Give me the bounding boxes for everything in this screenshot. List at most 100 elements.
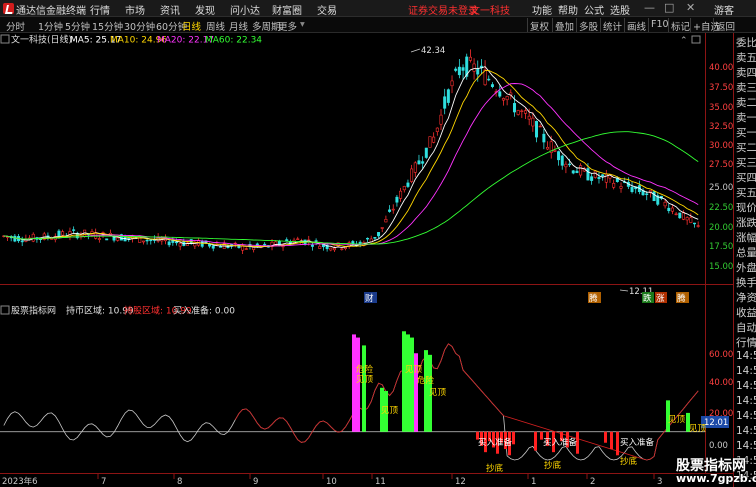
current-value-text: 12.01 xyxy=(704,418,728,428)
candle-body xyxy=(542,133,546,143)
overlay-button[interactable]: 叠加 xyxy=(552,18,576,33)
menu-formula[interactable]: 公式 xyxy=(584,2,604,17)
menu-item-market[interactable]: 行情 xyxy=(90,2,110,17)
date-tick: 3 xyxy=(657,477,662,487)
candle-body xyxy=(560,155,564,166)
moving-averages xyxy=(3,66,699,249)
event-marker[interactable]: 涨 xyxy=(656,293,665,304)
tab-30min[interactable]: 30分钟 xyxy=(124,19,155,33)
signal-danger: 危险 xyxy=(417,375,435,386)
candle-body xyxy=(487,78,491,81)
signal-bar xyxy=(424,350,428,432)
stats-button[interactable]: 统计 xyxy=(600,18,624,33)
event-marker[interactable]: 财 xyxy=(365,293,374,304)
tab-intraday[interactable]: 分时 xyxy=(6,19,25,33)
quote-row-label: 14:50 xyxy=(736,425,756,437)
candle-body xyxy=(20,240,24,243)
signal-buy-prep: 买入准备 xyxy=(543,437,578,448)
candle-body xyxy=(116,237,120,241)
menu-item-trade[interactable]: 交易 xyxy=(317,2,337,17)
tab-weekly[interactable]: 周线 xyxy=(206,19,225,33)
signal-bottom: 抄底 xyxy=(544,460,562,471)
quote-row-label: 14:50 xyxy=(736,395,756,407)
kline-chart[interactable]: 文一科技(日线) MA5: 25.17 MA10: 24.96 MA20: 22… xyxy=(0,33,733,487)
maximize-icon[interactable]: □ xyxy=(664,1,674,14)
menu-item-discover[interactable]: 发现 xyxy=(195,2,215,17)
bottom-bar xyxy=(534,431,537,451)
candle-body xyxy=(406,182,410,187)
multi-stock-button[interactable]: 多股 xyxy=(576,18,600,33)
tab-monthly[interactable]: 月线 xyxy=(229,19,248,33)
candle-body xyxy=(384,219,388,223)
chevron-down-icon[interactable]: ▾ xyxy=(300,19,305,30)
menu-item-news[interactable]: 资讯 xyxy=(160,2,180,17)
bottom-bar xyxy=(512,431,515,445)
tab-1min[interactable]: 1分钟 xyxy=(38,19,63,33)
expand-icon[interactable] xyxy=(691,35,701,44)
signal-buy-prep: 买入准备 xyxy=(620,437,655,448)
date-tick: 9 xyxy=(253,477,258,487)
tab-daily[interactable]: 日线 xyxy=(182,19,201,33)
candle-body xyxy=(263,243,267,246)
candle-body xyxy=(351,241,355,244)
candle-body xyxy=(490,84,494,87)
mark-button[interactable]: 标记 xyxy=(668,18,692,33)
menu-function[interactable]: 功能 xyxy=(532,2,552,17)
candle-body xyxy=(211,245,215,249)
menu-item-markets[interactable]: 市场 xyxy=(125,2,145,17)
date-tick: 2023年6 xyxy=(2,476,38,487)
menu-stock-pick[interactable]: 选股 xyxy=(610,2,630,17)
candle-body xyxy=(380,227,384,229)
trade-login-notice[interactable]: 证券交易未登录 xyxy=(408,2,478,17)
draw-line-button[interactable]: 画线 xyxy=(624,18,648,33)
quote-row-label: 外盘 xyxy=(736,262,756,274)
ma60-legend: MA60: 22.34 xyxy=(205,36,262,46)
back-button[interactable]: 返回 xyxy=(713,18,737,33)
candle-body xyxy=(586,168,590,181)
adjust-button[interactable]: 复权 xyxy=(527,18,551,33)
candle-body xyxy=(571,170,575,174)
menu-help[interactable]: 帮助 xyxy=(558,2,578,17)
minimize-icon[interactable]: — xyxy=(644,1,655,14)
candle-body xyxy=(127,237,131,240)
candle-body xyxy=(388,209,392,212)
tab-multi-period[interactable]: 多周期 xyxy=(252,19,281,33)
candle-body xyxy=(527,115,531,120)
quote-row-label: 换手 xyxy=(736,277,756,289)
quote-row-label: 自动 xyxy=(736,322,756,334)
price-tick: 15.00 xyxy=(709,262,733,272)
tab-5min[interactable]: 5分钟 xyxy=(65,19,90,33)
date-tick: 7 xyxy=(101,477,106,487)
candle-body xyxy=(178,243,182,247)
guest-label[interactable]: 游客 xyxy=(714,2,734,17)
menu-item-wealth[interactable]: 财富圈 xyxy=(272,2,302,17)
buy-prep-value: 买入准备: 0.00 xyxy=(173,305,235,317)
tab-15min[interactable]: 15分钟 xyxy=(92,19,123,33)
sub-legend-collapse-icon[interactable] xyxy=(0,305,10,315)
candle-body xyxy=(575,170,579,174)
event-marker[interactable]: 腾 xyxy=(589,293,598,304)
chevron-up-icon[interactable]: ⌃ xyxy=(680,36,688,46)
notice-stock-name[interactable]: 文一科技 xyxy=(470,2,510,17)
candle-body xyxy=(579,165,583,176)
candle-body xyxy=(31,233,35,242)
candle-body xyxy=(696,225,700,227)
signal-bottom: 抄底 xyxy=(620,456,638,467)
ma20-line xyxy=(3,83,699,247)
candle-body xyxy=(593,170,597,178)
candle-body xyxy=(13,235,17,242)
date-tick: 11 xyxy=(375,477,386,487)
tab-more[interactable]: 更多 xyxy=(278,19,297,33)
candle-body xyxy=(175,241,178,244)
candle-body xyxy=(670,207,674,212)
candle-body xyxy=(395,196,399,203)
event-marker[interactable]: 腾 xyxy=(677,293,686,304)
legend-collapse-icon[interactable] xyxy=(0,34,10,44)
event-marker[interactable]: 跌 xyxy=(643,293,652,304)
close-icon[interactable]: ✕ xyxy=(686,1,695,14)
menu-item-ask[interactable]: 问小达 xyxy=(230,2,260,17)
signal-top: 见顶 xyxy=(429,388,447,398)
candle-body xyxy=(421,161,425,164)
candle-body xyxy=(457,66,461,76)
candle-body xyxy=(531,117,535,127)
